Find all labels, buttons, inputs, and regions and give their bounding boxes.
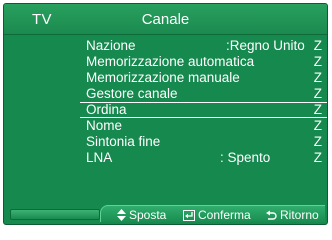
menu-item-memorizzazione-manuale[interactable]: Memorizzazione manuale Z bbox=[80, 70, 327, 86]
menu-item-lna[interactable]: LNA : Spento Z bbox=[80, 150, 327, 166]
menu-item-gestore-canale[interactable]: Gestore canale Z bbox=[80, 86, 327, 102]
menu-item-label: Nazione bbox=[86, 38, 136, 53]
menu-item-ordina-selected[interactable]: Ordina Z bbox=[80, 102, 327, 118]
menu-item-nome[interactable]: Nome Z bbox=[80, 118, 327, 134]
return-icon bbox=[266, 210, 277, 221]
menu-item-label: Memorizzazione automatica bbox=[86, 54, 255, 69]
hint-confirm[interactable]: Conferma bbox=[183, 208, 251, 222]
menu-item-sintonia-fine[interactable]: Sintonia fine Z bbox=[80, 134, 327, 150]
hint-confirm-label: Conferma bbox=[198, 208, 251, 222]
submenu-arrow-icon: Z bbox=[313, 38, 322, 53]
submenu-arrow-icon: Z bbox=[313, 102, 322, 117]
submenu-arrow-icon: Z bbox=[313, 70, 322, 85]
footer-hints: Sposta Conferma Ritorno bbox=[100, 205, 325, 222]
submenu-arrow-icon: Z bbox=[313, 134, 322, 149]
hint-move[interactable]: Sposta bbox=[117, 208, 166, 222]
menu-header: TV Canale bbox=[4, 4, 327, 35]
footer-bar: Sposta Conferma Ritorno bbox=[4, 204, 327, 224]
osd-menu-panel: TV Canale Nazione :Regno Unito Z Memoriz… bbox=[3, 3, 328, 225]
menu-item-nazione[interactable]: Nazione :Regno Unito Z bbox=[80, 38, 327, 54]
menu-item-value: :Regno Unito bbox=[226, 38, 305, 53]
hint-move-label: Sposta bbox=[129, 208, 167, 222]
submenu-arrow-icon: Z bbox=[313, 118, 322, 133]
hint-back[interactable]: Ritorno bbox=[266, 208, 319, 222]
submenu-arrow-icon: Z bbox=[313, 54, 322, 69]
menu-item-label: Ordina bbox=[86, 102, 127, 117]
menu-item-label: LNA bbox=[86, 150, 113, 165]
enter-icon bbox=[183, 209, 195, 221]
submenu-arrow-icon: Z bbox=[313, 86, 322, 101]
hint-back-label: Ritorno bbox=[280, 208, 319, 222]
submenu-arrow-icon: Z bbox=[313, 150, 322, 165]
up-down-arrows-icon bbox=[117, 209, 126, 221]
menu-item-label: Memorizzazione manuale bbox=[86, 70, 240, 85]
menu-item-label: Sintonia fine bbox=[86, 134, 161, 149]
menu-item-value: : Spento bbox=[220, 150, 271, 165]
footer-decoration bbox=[10, 209, 100, 220]
menu-title: Canale bbox=[141, 11, 190, 28]
menu-item-label: Nome bbox=[86, 118, 123, 133]
channel-menu-list: Nazione :Regno Unito Z Memorizzazione au… bbox=[80, 38, 327, 166]
menu-item-memorizzazione-automatica[interactable]: Memorizzazione automatica Z bbox=[80, 54, 327, 70]
menu-item-label: Gestore canale bbox=[86, 86, 178, 101]
